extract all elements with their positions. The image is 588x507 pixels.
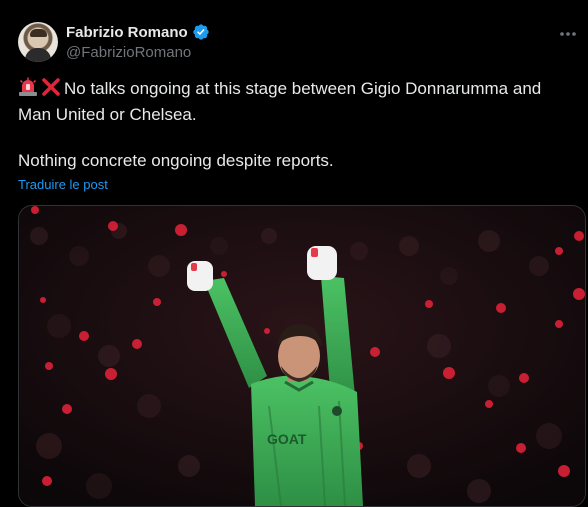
author-handle[interactable]: @FabrizioRomano [66, 44, 210, 61]
tweet-card[interactable]: Fabrizio Romano @FabrizioRomano No talks… [0, 0, 588, 507]
translate-post-link[interactable]: Traduire le post [18, 177, 108, 192]
cross-mark-icon [41, 77, 61, 103]
more-options-icon[interactable] [558, 24, 578, 44]
tweet-header: Fabrizio Romano @FabrizioRomano [18, 22, 578, 64]
tweet-text: No talks ongoing at this stage between G… [18, 77, 578, 172]
tweet-photo[interactable]: GOAT [18, 205, 586, 507]
tweet-line-2: Nothing concrete ongoing despite reports… [18, 151, 334, 170]
goalkeeper-celebration-image: GOAT [19, 206, 585, 506]
shirt-sponsor-text: GOAT [267, 431, 307, 447]
author-info: Fabrizio Romano @FabrizioRomano [66, 22, 210, 61]
author-display-name[interactable]: Fabrizio Romano [66, 24, 188, 41]
tweet-line-1: No talks ongoing at this stage between G… [18, 79, 542, 124]
author-avatar[interactable] [18, 22, 58, 62]
verified-badge-icon[interactable] [192, 23, 210, 41]
siren-icon [18, 77, 38, 103]
